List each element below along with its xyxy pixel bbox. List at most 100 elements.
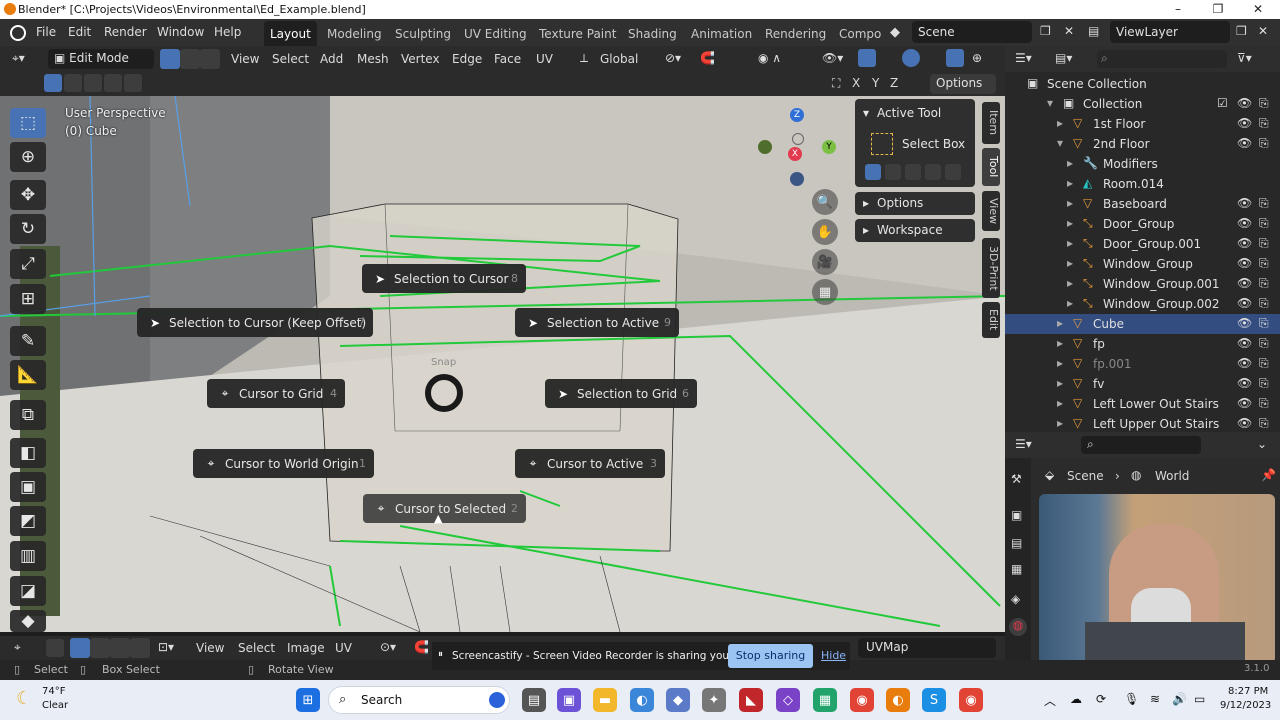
collapse-arrow-icon[interactable]: ▾	[1057, 136, 1063, 150]
npanel-mode-intersect-button[interactable]	[945, 164, 961, 180]
tab-sculpting[interactable]: Sculpting	[389, 21, 457, 46]
render-camera-icon[interactable]: ⎘	[1259, 356, 1269, 371]
options-panel[interactable]: ▸ Options	[855, 192, 975, 215]
blender-taskbar-icon[interactable]: ◐	[886, 688, 910, 712]
gizmo-toggle-icon[interactable]	[858, 49, 876, 67]
gizmo-neg-z[interactable]	[790, 172, 804, 186]
view-layer-tab-icon[interactable]: ▦	[1011, 562, 1022, 576]
hide-banner-link[interactable]: Hide	[821, 649, 846, 662]
uv-island-select-button[interactable]	[130, 638, 150, 658]
npanel-tab-tool[interactable]: Tool	[982, 148, 1000, 186]
expand-arrow-icon[interactable]: ▸	[1067, 196, 1073, 210]
npanel-mode-extend-button[interactable]	[885, 164, 901, 180]
scene-selector[interactable]: Scene	[912, 21, 1032, 43]
tab-modeling[interactable]: Modeling	[321, 21, 388, 46]
render-camera-icon[interactable]: ⎘	[1259, 316, 1269, 331]
menu-render[interactable]: Render	[104, 25, 147, 39]
world-tab-icon[interactable]: ◍	[1009, 618, 1027, 636]
visibility-eye-icon[interactable]: 👁	[1237, 416, 1252, 430]
expand-arrow-icon[interactable]: ▸	[1057, 356, 1063, 370]
uvmap-selector[interactable]: UVMap	[858, 638, 996, 658]
vp-menu-view[interactable]: View	[231, 52, 259, 66]
expand-arrow-icon[interactable]: ▸	[1057, 396, 1063, 410]
render-camera-icon[interactable]: ⎘	[1259, 296, 1269, 311]
app-icon-3[interactable]: ◣	[739, 688, 763, 712]
app-icon-1[interactable]: ◆	[666, 688, 690, 712]
poly-build-tool[interactable]: ◆	[10, 610, 46, 632]
inset-tool[interactable]: ▣	[10, 472, 46, 502]
loop-cut-tool[interactable]: ▥	[10, 541, 46, 571]
npanel-tab-edit[interactable]: Edit	[982, 302, 1000, 338]
npanel-tab-view[interactable]: View	[982, 191, 1000, 231]
scale-tool[interactable]: ⤢	[10, 249, 46, 279]
outliner-row[interactable]: ▾ ▣ Collection 👁 ⎘ ☑	[1005, 94, 1280, 114]
uv-editor-type-icon[interactable]: ⌖	[14, 640, 21, 655]
pie-item-cursor-to-selected[interactable]: ⌖ Cursor to Selected 2	[363, 494, 526, 523]
uv-menu-select[interactable]: Select	[238, 641, 275, 655]
expand-arrow-icon[interactable]: ▸	[1067, 296, 1073, 310]
pie-item-selection-to-cursor[interactable]: ➤ Selection to Cursor 8	[362, 264, 526, 293]
tool-tab-icon[interactable]: ⚒	[1011, 472, 1022, 486]
maximize-button[interactable]: ❐	[1210, 2, 1226, 16]
expand-arrow-icon[interactable]: ▸	[1057, 116, 1063, 130]
render-tab-icon[interactable]: ▣	[1011, 508, 1022, 522]
mirror-y-toggle[interactable]: Y	[872, 76, 879, 90]
battery-icon[interactable]: ▭	[1194, 692, 1205, 706]
menu-window[interactable]: Window	[157, 25, 204, 39]
expand-arrow-icon[interactable]: ▸	[1067, 156, 1073, 170]
uv-menu-uv[interactable]: UV	[335, 641, 352, 655]
mode-selector[interactable]: ▣ Edit Mode	[48, 49, 154, 69]
expand-arrow-icon[interactable]: ▸	[1057, 316, 1063, 330]
outliner-row[interactable]: ▸ ⤡ Door_Group 👁 ⎘	[1005, 214, 1280, 234]
vp-menu-select[interactable]: Select	[272, 52, 309, 66]
properties-editor-icon[interactable]: ☰▾	[1015, 437, 1032, 451]
expand-arrow-icon[interactable]: ▸	[1067, 276, 1073, 290]
outliner-search-field[interactable]	[1097, 50, 1227, 68]
vertex-select-button[interactable]	[160, 49, 180, 69]
filter-icon[interactable]: ⊽▾	[1237, 51, 1252, 65]
close-button[interactable]: ✕	[1250, 2, 1266, 16]
skype-icon[interactable]: S	[922, 688, 946, 712]
editor-type-icon[interactable]: ⌖▾	[12, 51, 25, 66]
outliner-row[interactable]: ▸ ▽ Left Lower Out Stairs 👁 ⎘	[1005, 394, 1280, 414]
render-camera-icon[interactable]: ⎘	[1259, 416, 1269, 431]
gizmo-y-axis[interactable]: Y	[822, 140, 836, 154]
visibility-eye-icon[interactable]: 👁	[1237, 236, 1252, 250]
menu-help[interactable]: Help	[214, 25, 241, 39]
select-mode-subtract-button[interactable]	[84, 74, 102, 92]
wifi-icon[interactable]: ≋	[1150, 692, 1160, 706]
task-view-icon[interactable]: ▤	[522, 688, 546, 712]
visual-studio-icon[interactable]: ◇	[776, 688, 800, 712]
visibility-eye-icon[interactable]: 👁	[1237, 116, 1252, 130]
vp-menu-face[interactable]: Face	[494, 52, 521, 66]
viewlayer-remove-icon[interactable]: ✕	[1258, 24, 1268, 38]
render-camera-icon[interactable]: ⎘	[1259, 396, 1269, 411]
render-camera-icon[interactable]: ⎘	[1259, 196, 1269, 211]
npanel-tab-3d-print[interactable]: 3D-Print	[982, 238, 1000, 298]
mirror-z-toggle[interactable]: Z	[890, 76, 898, 90]
outliner-row[interactable]: ▸ ▽ Left Upper Out Stairs 👁 ⎘	[1005, 414, 1280, 434]
outliner-row[interactable]: ▸ ▽ Cube 👁 ⎘	[1005, 314, 1280, 334]
select-mode-new-button[interactable]	[44, 74, 62, 92]
expand-arrow-icon[interactable]: ▸	[1067, 256, 1073, 270]
pie-item-cursor-to-world-origin[interactable]: ⌖ Cursor to World Origin 1	[193, 449, 374, 478]
pan-button[interactable]: ✋	[812, 219, 838, 245]
sync-icon[interactable]: ⟳	[1096, 692, 1106, 706]
expand-arrow-icon[interactable]: ▸	[1067, 176, 1073, 190]
taskbar-search[interactable]: ⌕ Search	[328, 686, 510, 714]
file-explorer-icon[interactable]: ▬	[593, 688, 617, 712]
render-camera-icon[interactable]: ⎘	[1259, 136, 1269, 151]
outliner-row[interactable]: ▸ 🔧 Modifiers	[1005, 154, 1280, 174]
annotate-tool[interactable]: ✎	[10, 326, 46, 356]
tab-layout[interactable]: Layout	[264, 21, 317, 46]
visibility-eye-icon[interactable]: 👁	[1237, 376, 1252, 390]
tab-rendering[interactable]: Rendering	[759, 21, 832, 46]
tab-shading[interactable]: Shading	[622, 21, 683, 46]
uv-menu-image[interactable]: Image	[287, 641, 325, 655]
scene-remove-icon[interactable]: ✕	[1064, 24, 1074, 38]
onedrive-icon[interactable]: ☁	[1070, 692, 1082, 706]
tray-chevron-icon[interactable]: ︿	[1044, 692, 1056, 709]
outliner-row[interactable]: ▸ ◭ Room.014	[1005, 174, 1280, 194]
outliner-row[interactable]: ▸ ⤡ Window_Group.002 👁 ⎘	[1005, 294, 1280, 314]
knife-tool[interactable]: ◪	[10, 576, 46, 606]
